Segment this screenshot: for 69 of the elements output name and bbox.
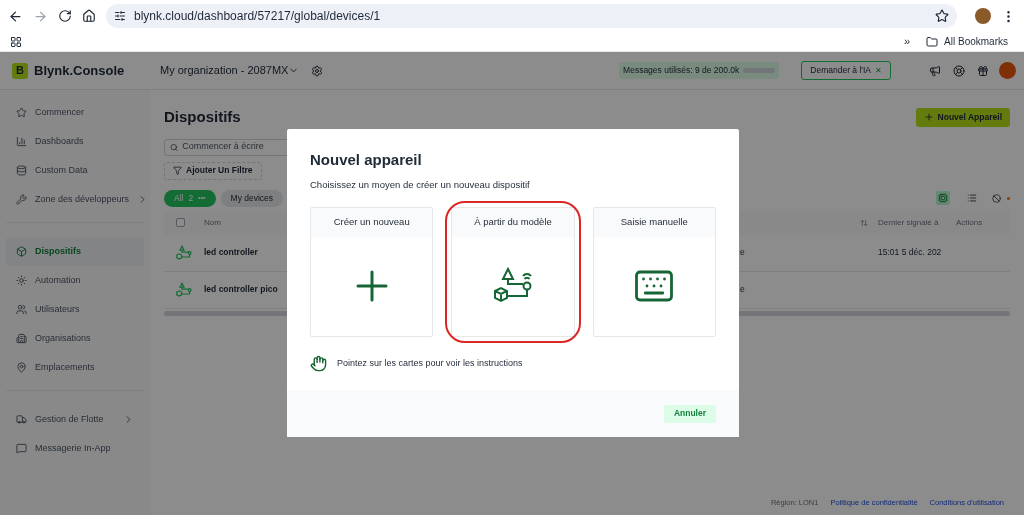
- new-device-button[interactable]: Nouvel Appareil: [915, 107, 1010, 127]
- profile-avatar[interactable]: [975, 8, 991, 24]
- plus-icon: [923, 112, 934, 123]
- ask-ai-button[interactable]: Demander à l'IA ✕: [801, 61, 891, 80]
- all-bookmarks-link[interactable]: All Bookmarks: [944, 34, 1008, 49]
- select-all-checkbox[interactable]: [176, 218, 185, 227]
- sidebar-item[interactable]: Dispositifs: [6, 237, 144, 266]
- users-icon: [16, 304, 27, 315]
- dialog-title: Nouvel appareil: [310, 150, 422, 170]
- sidebar-item[interactable]: Dashboards: [6, 127, 144, 156]
- bar-chart-icon: [16, 136, 27, 147]
- sun-icon: [16, 275, 27, 286]
- device-name[interactable]: led controller: [204, 246, 258, 259]
- apps-icon[interactable]: [10, 35, 22, 48]
- home-icon[interactable]: [82, 9, 96, 23]
- add-filter-button[interactable]: Ajouter Un Filtre: [164, 161, 262, 180]
- sidebar-item[interactable]: Zone des développeurs: [6, 185, 144, 214]
- logo: B: [12, 62, 28, 79]
- filter-tab[interactable]: My devices: [220, 189, 284, 207]
- filter-icon: [173, 166, 182, 175]
- device-icon: [176, 281, 192, 298]
- messages-text: Messages utilisés: 9 de 200.0k: [623, 64, 740, 77]
- sidebar-item[interactable]: Organisations: [6, 324, 144, 353]
- column-header: Actions: [955, 216, 983, 229]
- site-settings-icon[interactable]: [114, 10, 126, 22]
- sidebar-item[interactable]: Custom Data: [6, 156, 144, 185]
- url-text: blynk.cloud/dashboard/57217/global/devices/1: [134, 8, 382, 25]
- option-card[interactable]: À partir du modèle: [451, 206, 575, 337]
- table-cell-text: e: [739, 283, 745, 296]
- building-icon: [16, 333, 27, 344]
- user-avatar[interactable]: [999, 62, 1016, 79]
- cube-icon: [16, 246, 27, 257]
- option-card[interactable]: Créer un nouveau: [310, 206, 434, 337]
- device-name[interactable]: led controller pico: [204, 283, 278, 296]
- help-icon[interactable]: [953, 64, 965, 77]
- address-bar[interactable]: blynk.cloud/dashboard/57217/global/devices/1: [106, 4, 957, 28]
- brand-name: Blynk.Console: [34, 61, 125, 80]
- gift-icon[interactable]: [977, 64, 989, 77]
- page-title: Dispositifs: [164, 107, 241, 127]
- sidebar-item[interactable]: Automation: [6, 266, 144, 295]
- hand-pointer-icon: [310, 354, 327, 372]
- message-icon: [16, 443, 27, 454]
- bookmarks-overflow[interactable]: »: [903, 33, 911, 50]
- settings-icon[interactable]: [311, 64, 324, 77]
- table-cell-text: 15:01 5 déc. 202: [877, 246, 943, 259]
- megaphone-icon[interactable]: [929, 64, 941, 77]
- truck-icon: [16, 414, 27, 425]
- bookmark-star-icon[interactable]: [935, 9, 949, 23]
- sidebar-item[interactable]: Utilisateurs: [6, 295, 144, 324]
- map-pin-icon: [16, 362, 27, 373]
- star-icon: [16, 107, 27, 118]
- sidebar-item[interactable]: Commencer: [6, 98, 144, 127]
- tools-icon: [16, 194, 27, 205]
- table-cell-text: e: [739, 246, 745, 259]
- hint-text: Pointez sur les cartes pour voir les instructions: [337, 356, 523, 370]
- option-card[interactable]: Saisie manuelle: [592, 206, 716, 337]
- device-icon: [176, 244, 192, 261]
- column-header: Nom: [204, 216, 221, 229]
- sidebar-item[interactable]: Emplacements: [6, 353, 144, 382]
- folder-icon[interactable]: [926, 35, 939, 48]
- cancel-button[interactable]: Annuler: [663, 404, 716, 423]
- sidebar-item[interactable]: Gestion de Flotte: [6, 405, 144, 434]
- dialog-subtitle: Choisissez un moyen de créer un nouveau dispositif: [310, 177, 530, 192]
- reload-icon[interactable]: [58, 9, 72, 23]
- database-icon: [16, 165, 27, 176]
- organization-selector[interactable]: My organization - 2087MX: [160, 62, 300, 79]
- column-header: Dernier signalé à: [877, 216, 939, 229]
- sidebar-item[interactable]: Messagerie In-App: [6, 434, 144, 463]
- back-icon[interactable]: [8, 8, 23, 24]
